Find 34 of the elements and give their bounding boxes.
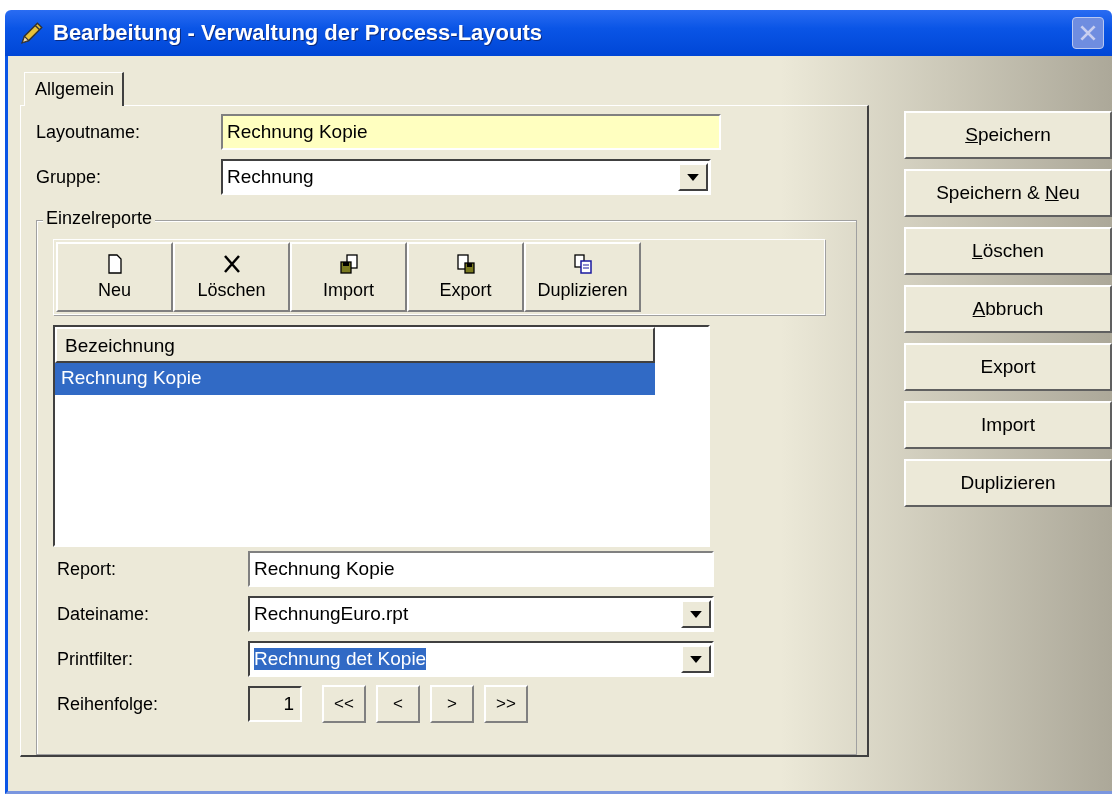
report-field[interactable]: Rechnung Kopie (248, 551, 714, 588)
toolbar-button[interactable]: Export (407, 241, 524, 312)
field-label: Report: (57, 558, 118, 580)
action-button[interactable]: Speichern (904, 111, 1112, 159)
field-label: Reihenfolge: (57, 693, 160, 715)
layoutname-field[interactable]: Rechnung Kopie (221, 114, 721, 151)
printfilter-dropdown[interactable]: Rechnung det Kopie (248, 641, 714, 678)
column-header[interactable]: Bezeichnung (55, 326, 655, 363)
window-title: Bearbeitung - Verwaltung der Process-Layouts (53, 20, 542, 46)
field-label: Layoutname: (36, 121, 142, 143)
toolbar-button[interactable]: Import (290, 241, 407, 312)
field-label: Printfilter: (57, 648, 135, 670)
action-button[interactable]: Abbruch (904, 285, 1112, 333)
pencil-icon (19, 20, 45, 46)
order-field: 1 (248, 686, 302, 723)
action-button[interactable]: Export (904, 343, 1112, 391)
action-button[interactable]: Import (904, 401, 1112, 449)
field-label: Gruppe: (36, 166, 103, 188)
navigation-button[interactable]: < (376, 685, 420, 724)
navigation-button[interactable]: >> (484, 685, 528, 724)
field-label: Dateiname: (57, 603, 151, 625)
close-button[interactable] (1072, 17, 1104, 49)
toolbar-button[interactable]: Löschen (173, 241, 290, 312)
toolbar-button[interactable]: Neu (56, 241, 173, 312)
action-button[interactable]: Duplizieren (904, 459, 1112, 507)
navigation-button[interactable]: > (430, 685, 474, 724)
filename-dropdown[interactable]: RechnungEuro.rpt (248, 596, 714, 633)
toolbar-button[interactable]: Duplizieren (524, 241, 641, 312)
action-button[interactable]: Löschen (904, 227, 1112, 275)
action-button[interactable]: Speichern & Neu (904, 169, 1112, 217)
navigation-button[interactable]: << (322, 685, 366, 724)
list-row[interactable]: Rechnung Kopie (55, 362, 655, 395)
group-dropdown[interactable]: Rechnung (221, 159, 711, 196)
tab[interactable]: Allgemein (24, 72, 125, 106)
